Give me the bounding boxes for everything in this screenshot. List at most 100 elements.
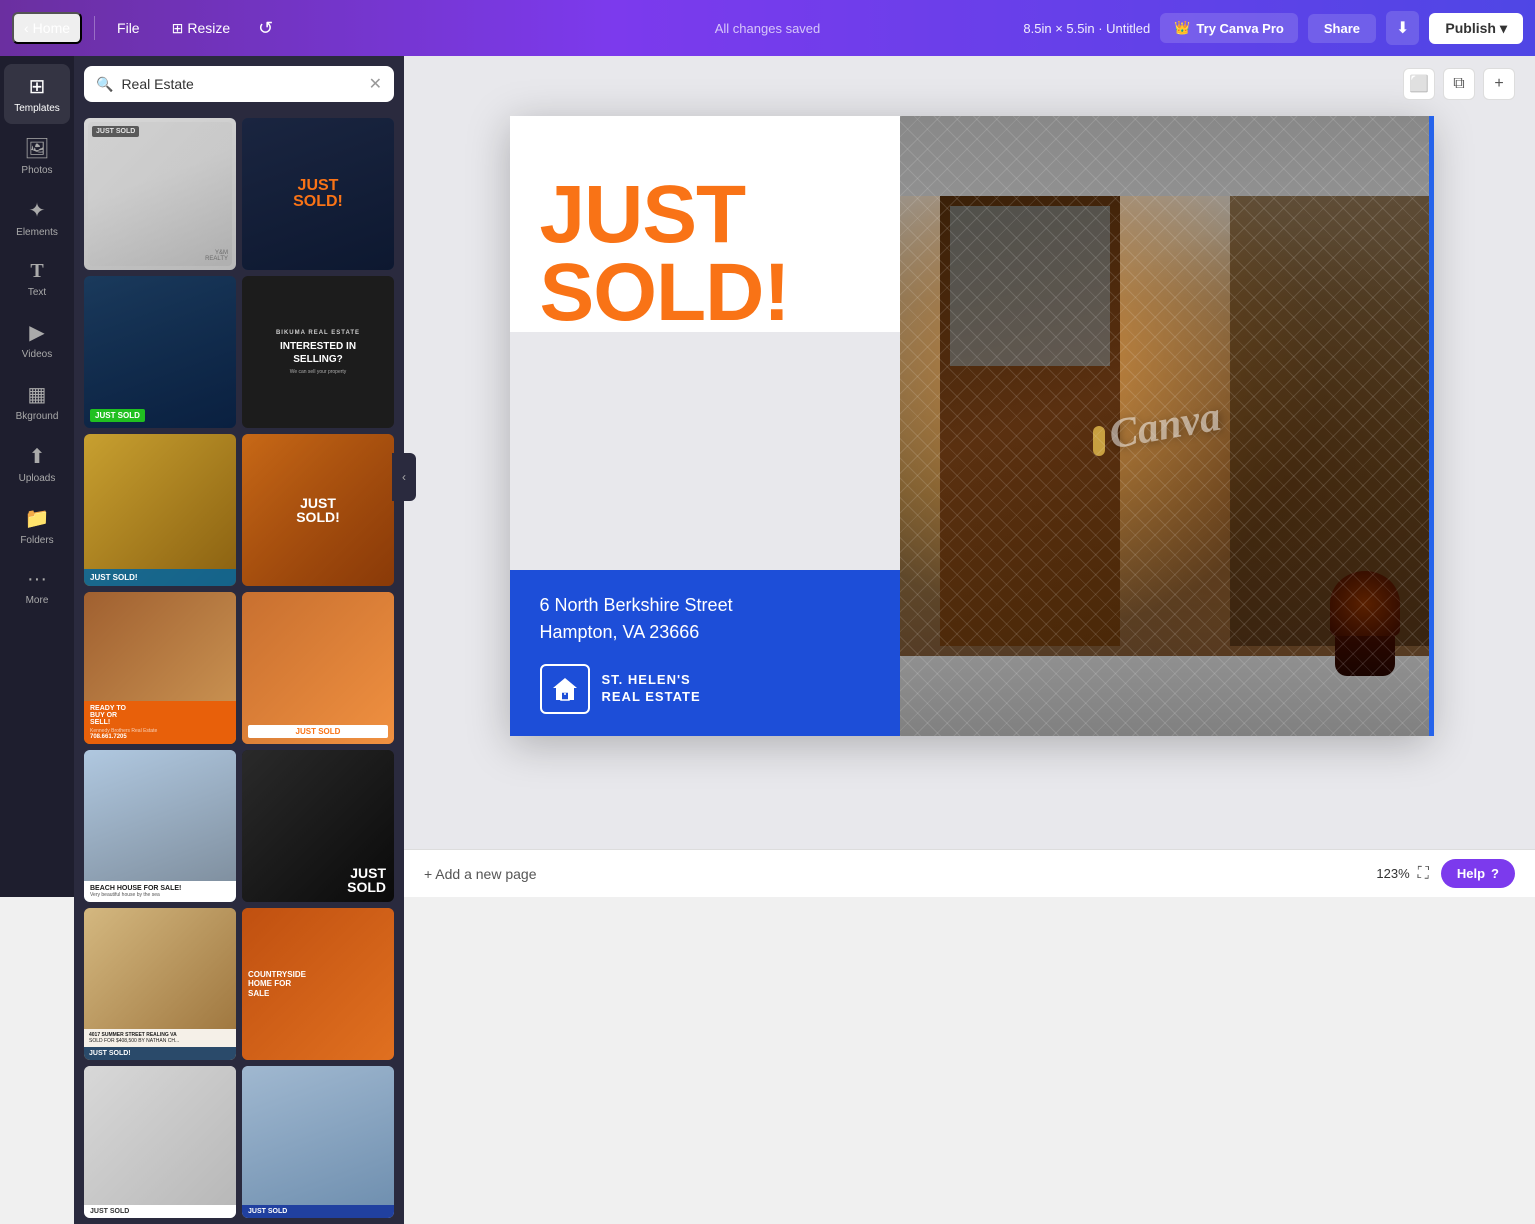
autosave-status: All changes saved xyxy=(715,21,821,36)
topbar-divider-1 xyxy=(94,16,95,40)
uploads-nav-label: Uploads xyxy=(19,473,56,484)
background-nav-label: Bkground xyxy=(16,411,59,422)
download-button[interactable]: ⬇ xyxy=(1386,11,1419,45)
templates-icon: ⊞ xyxy=(29,74,46,99)
templates-nav-label: Templates xyxy=(14,103,60,114)
template-item[interactable]: JUSTSOLD! xyxy=(242,434,394,586)
templates-panel-wrapper: 🔍 ✕ JUST SOLD Y&MREALTY xyxy=(74,56,404,897)
sidebar-item-uploads[interactable]: ⬆ Uploads xyxy=(4,434,70,494)
template-item[interactable]: JUST SOLD Y&MREALTY xyxy=(84,118,236,270)
canvas-copy-button[interactable]: ⧉ xyxy=(1443,68,1475,100)
try-pro-button[interactable]: 👑 Try Canva Pro xyxy=(1160,13,1298,43)
headline-line2: SOLD! xyxy=(540,254,870,332)
elements-icon: ✦ xyxy=(29,198,46,223)
template-item[interactable]: JUST SOLD! xyxy=(84,434,236,586)
template-item[interactable]: COUNTRYSIDEHOME FORSALE xyxy=(242,908,394,1060)
template-item[interactable]: JUSTSOLD xyxy=(242,750,394,902)
help-question-icon: ? xyxy=(1491,866,1499,881)
headline-line1: JUST xyxy=(540,176,870,254)
template-item[interactable]: JUST SOLD xyxy=(242,1066,394,1218)
resize-icon: ⊞ xyxy=(172,20,184,37)
add-page-button[interactable]: + Add a new page xyxy=(424,866,537,882)
sidebar-item-elements[interactable]: ✦ Elements xyxy=(4,188,70,248)
add-page-label: + Add a new page xyxy=(424,866,537,882)
undo-button[interactable]: ↺ xyxy=(252,12,279,45)
zoom-level: 123% xyxy=(1376,866,1409,881)
resize-button[interactable]: ⊞ Resize xyxy=(162,14,241,43)
collapse-panel-button[interactable]: ‹ xyxy=(392,453,416,501)
doc-title: 8.5in × 5.5in · Untitled xyxy=(1023,21,1150,36)
brand-line1: ST. HELEN'S xyxy=(602,672,701,689)
home-label: Home xyxy=(33,20,70,36)
share-button[interactable]: Share xyxy=(1308,14,1376,43)
canvas-area: ⬜ ⧉ + JUST SOLD! xyxy=(404,56,1535,897)
resize-label: Resize xyxy=(187,20,230,36)
address-line2: Hampton, VA 23666 xyxy=(540,619,870,646)
folders-nav-label: Folders xyxy=(20,535,53,546)
canvas-scroll-area[interactable]: JUST SOLD! 6 North Berkshire Street Hamp… xyxy=(404,56,1535,849)
sidebar-nav: ⊞ Templates 🖼 Photos ✦ Elements T Text ▶… xyxy=(0,56,74,897)
more-icon: ··· xyxy=(27,568,47,591)
template-item[interactable]: JUST SOLD xyxy=(84,1066,236,1218)
download-icon: ⬇ xyxy=(1396,20,1409,37)
folders-icon: 📁 xyxy=(25,506,50,531)
template-item[interactable]: 4017 SUMMER STREET REALING VA SOLD FOR $… xyxy=(84,908,236,1060)
text-icon: T xyxy=(30,260,43,283)
chevron-down-icon: ▾ xyxy=(1500,20,1507,37)
sidebar-item-text[interactable]: T Text xyxy=(4,250,70,308)
template-item[interactable]: JUST SOLD xyxy=(242,592,394,744)
template-item[interactable]: READY TO BUY OR SELL! Kennedy Brothers R… xyxy=(84,592,236,744)
templates-grid: JUST SOLD Y&MREALTY JUST SOLD! xyxy=(74,112,404,1224)
home-button[interactable]: ‹ Home xyxy=(12,12,82,44)
canvas-toolbar: ⬜ ⧉ + xyxy=(1403,68,1515,100)
canvas-add-button[interactable]: + xyxy=(1483,68,1515,100)
template-item[interactable]: JUST SOLD! xyxy=(242,118,394,270)
videos-icon: ▶ xyxy=(29,320,44,345)
main-layout: ⊞ Templates 🖼 Photos ✦ Elements T Text ▶… xyxy=(0,56,1535,897)
design-card[interactable]: JUST SOLD! 6 North Berkshire Street Hamp… xyxy=(510,116,1430,736)
text-nav-label: Text xyxy=(28,287,46,298)
topbar: ‹ Home File ⊞ Resize ↺ All changes saved… xyxy=(0,0,1535,56)
fullscreen-icon: ⛶ xyxy=(1418,865,1429,882)
template-item[interactable]: BIKUMA REAL ESTATE INTERESTED INSELLING?… xyxy=(242,276,394,428)
plus-icon: + xyxy=(1494,75,1503,93)
search-icon: 🔍 xyxy=(96,76,113,93)
template-item[interactable]: BEACH HOUSE FOR SALE! Very beautiful hou… xyxy=(84,750,236,902)
videos-nav-label: Videos xyxy=(22,349,52,360)
canvas-bottom-bar: + Add a new page 123% ⛶ Help ? xyxy=(404,849,1535,897)
template-item[interactable]: JUST SOLD xyxy=(84,276,236,428)
photos-nav-label: Photos xyxy=(21,165,52,176)
canvas-frame-button[interactable]: ⬜ xyxy=(1403,68,1435,100)
crown-icon: 👑 xyxy=(1174,20,1190,36)
clear-icon[interactable]: ✕ xyxy=(369,74,382,94)
design-right-photo: Canva xyxy=(900,116,1430,736)
elements-nav-label: Elements xyxy=(16,227,58,238)
sidebar-item-more[interactable]: ··· More xyxy=(4,558,70,616)
design-address: 6 North Berkshire Street Hampton, VA 236… xyxy=(540,592,870,646)
zoom-fit-button[interactable]: ⛶ xyxy=(1418,865,1429,883)
ceiling-area xyxy=(900,116,1430,196)
chevron-left-icon: ‹ xyxy=(24,20,29,36)
file-label: File xyxy=(117,20,140,36)
sidebar-item-background[interactable]: ▦ Bkground xyxy=(4,372,70,432)
help-label: Help xyxy=(1457,866,1485,881)
copy-icon: ⧉ xyxy=(1453,75,1464,93)
brand-line2: REAL ESTATE xyxy=(602,689,701,706)
share-label: Share xyxy=(1324,21,1360,36)
topbar-left: ‹ Home File ⊞ Resize ↺ All changes saved xyxy=(12,12,1015,45)
sidebar-item-templates[interactable]: ⊞ Templates xyxy=(4,64,70,124)
publish-button[interactable]: Publish ▾ xyxy=(1429,13,1523,44)
file-menu-button[interactable]: File xyxy=(107,14,150,42)
sidebar-item-folders[interactable]: 📁 Folders xyxy=(4,496,70,556)
background-icon: ▦ xyxy=(28,382,47,407)
help-button[interactable]: Help ? xyxy=(1441,859,1515,888)
try-pro-label: Try Canva Pro xyxy=(1196,21,1283,36)
brand-name: ST. HELEN'S REAL ESTATE xyxy=(602,672,701,706)
search-bar: 🔍 ✕ xyxy=(84,66,394,102)
search-input[interactable] xyxy=(121,76,360,92)
templates-panel: 🔍 ✕ JUST SOLD Y&MREALTY xyxy=(74,56,404,1224)
publish-label: Publish xyxy=(1445,20,1496,36)
sidebar-item-videos[interactable]: ▶ Videos xyxy=(4,310,70,370)
house-icon xyxy=(540,664,590,714)
sidebar-item-photos[interactable]: 🖼 Photos xyxy=(4,126,70,186)
